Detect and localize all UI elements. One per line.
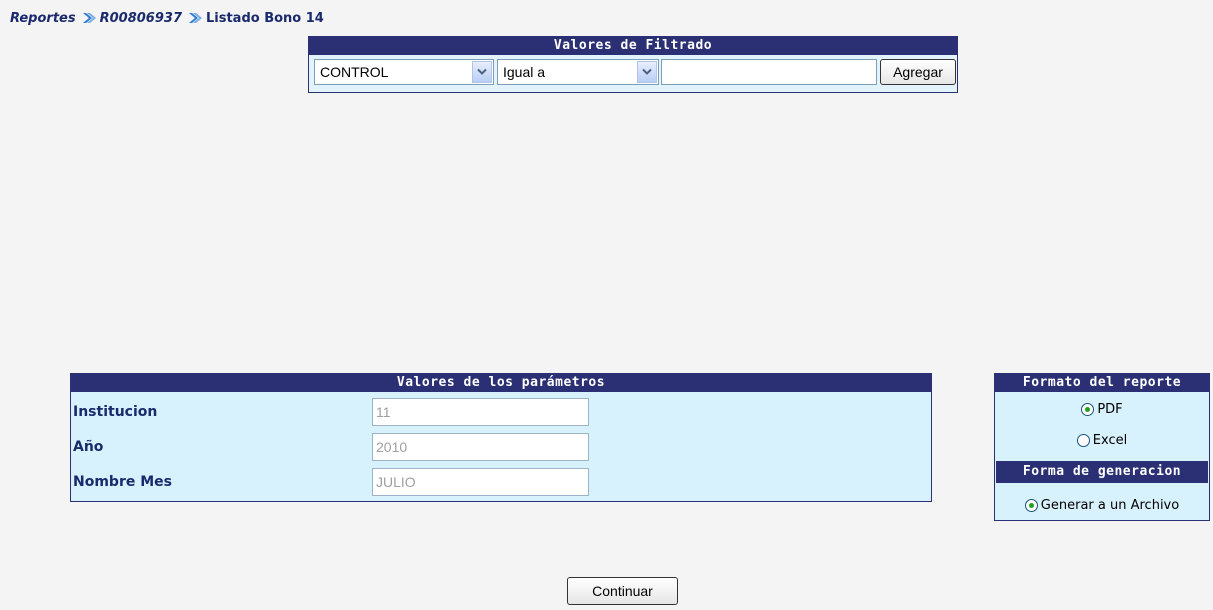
breadcrumb-item-report-code[interactable]: R00806937 [100, 11, 182, 26]
param-row-institucion: Institucion 11 [71, 396, 931, 428]
filter-field-value: CONTROL [320, 64, 389, 80]
generation-panel-title: Forma de generacion [996, 461, 1208, 483]
anio-field[interactable]: 2010 [372, 433, 589, 461]
format-option-pdf[interactable]: PDF [995, 398, 1209, 420]
generation-option-label: Generar a un Archivo [1040, 497, 1180, 513]
radio-excel[interactable] [1076, 433, 1090, 447]
format-option-label: Excel [1092, 432, 1128, 448]
filter-operator-value: Igual a [503, 64, 546, 80]
filter-panel-title: Valores de Filtrado [309, 37, 957, 55]
param-label: Institucion [73, 404, 158, 420]
filter-field-select[interactable]: CONTROL [314, 59, 494, 85]
format-panel-title: Formato del reporte [995, 374, 1209, 392]
breadcrumb-item-current: Listado Bono 14 [205, 10, 324, 26]
chevron-right-icon [188, 12, 202, 24]
param-row-nombre-mes: Nombre Mes JULIO [71, 466, 931, 498]
nombre-mes-field[interactable]: JULIO [372, 468, 589, 496]
param-label: Año [73, 439, 104, 455]
filter-row: CONTROL Igual a Agregar [309, 55, 957, 92]
params-panel: Valores de los parámetros Institucion 11… [70, 373, 932, 502]
filter-operator-select[interactable]: Igual a [497, 59, 659, 85]
breadcrumb-item-reportes[interactable]: Reportes [10, 11, 76, 26]
params-panel-title: Valores de los parámetros [71, 374, 931, 392]
filter-value-input[interactable] [661, 59, 877, 85]
chevron-right-icon [82, 12, 96, 24]
radio-generar-archivo[interactable] [1024, 498, 1038, 512]
add-filter-button[interactable]: Agregar [880, 59, 956, 85]
format-option-excel[interactable]: Excel [995, 429, 1209, 451]
breadcrumb: Reportes R00806937 Listado Bono 14 [10, 9, 324, 27]
institucion-field[interactable]: 11 [372, 398, 589, 426]
param-row-anio: Año 2010 [71, 431, 931, 463]
format-panel: Formato del reporte PDF Excel Forma de g… [994, 373, 1210, 521]
radio-pdf[interactable] [1081, 402, 1095, 416]
chevron-down-icon[interactable] [472, 61, 492, 83]
param-label: Nombre Mes [73, 474, 172, 490]
filter-panel: Valores de Filtrado CONTROL Igual a Agre… [308, 36, 958, 93]
generation-option-archivo[interactable]: Generar a un Archivo [995, 494, 1209, 516]
format-option-label: PDF [1097, 401, 1123, 417]
chevron-down-icon[interactable] [637, 61, 657, 83]
continue-button[interactable]: Continuar [567, 577, 678, 605]
